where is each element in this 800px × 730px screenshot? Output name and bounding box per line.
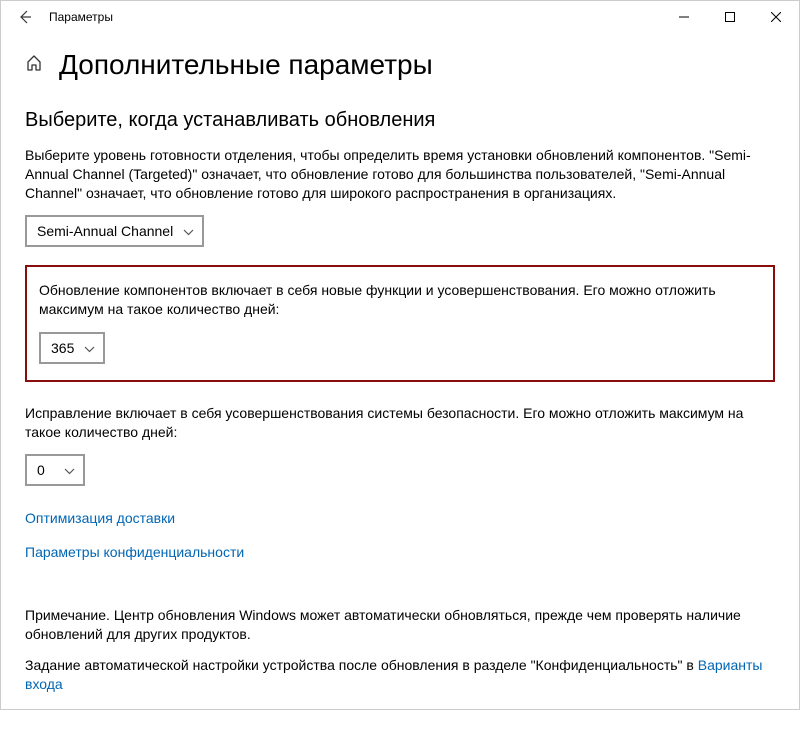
quality-defer-text: Исправление включает в себя усовершенств… xyxy=(25,404,775,442)
section-heading: Выберите, когда устанавливать обновления xyxy=(25,109,775,132)
delivery-optimization-link[interactable]: Оптимизация доставки xyxy=(25,510,775,526)
channel-dropdown[interactable]: Semi-Annual Channel xyxy=(25,215,204,247)
notes-section: Примечание. Центр обновления Windows мож… xyxy=(25,606,775,694)
feature-defer-dropdown[interactable]: 365 xyxy=(39,332,105,364)
intro-text: Выберите уровень готовности отделения, ч… xyxy=(25,146,775,203)
chevron-down-icon xyxy=(183,223,194,239)
page-header: Дополнительные параметры xyxy=(25,49,775,81)
minimize-button[interactable] xyxy=(661,1,707,33)
close-button[interactable] xyxy=(753,1,799,33)
chevron-down-icon xyxy=(84,340,95,356)
note-line-1: Примечание. Центр обновления Windows мож… xyxy=(25,606,775,644)
feature-defer-highlight: Обновление компонентов включает в себя н… xyxy=(25,265,775,383)
note-line-2-prefix: Задание автоматической настройки устройс… xyxy=(25,657,698,673)
chevron-down-icon xyxy=(64,462,75,478)
feature-defer-value: 365 xyxy=(51,340,74,356)
maximize-button[interactable] xyxy=(707,1,753,33)
links-section: Оптимизация доставки Параметры конфиденц… xyxy=(25,510,775,560)
quality-defer-value: 0 xyxy=(37,462,45,478)
home-icon[interactable] xyxy=(25,54,43,77)
window-controls xyxy=(661,1,799,33)
quality-defer-dropdown[interactable]: 0 xyxy=(25,454,85,486)
privacy-settings-link[interactable]: Параметры конфиденциальности xyxy=(25,544,775,560)
page-title: Дополнительные параметры xyxy=(59,49,433,81)
back-button[interactable] xyxy=(9,1,41,33)
channel-dropdown-value: Semi-Annual Channel xyxy=(37,223,173,239)
note-line-2: Задание автоматической настройки устройс… xyxy=(25,656,775,694)
feature-defer-text: Обновление компонентов включает в себя н… xyxy=(39,281,761,319)
window-title: Параметры xyxy=(41,10,661,24)
titlebar: Параметры xyxy=(1,1,799,33)
content-area: Дополнительные параметры Выберите, когда… xyxy=(1,33,799,730)
